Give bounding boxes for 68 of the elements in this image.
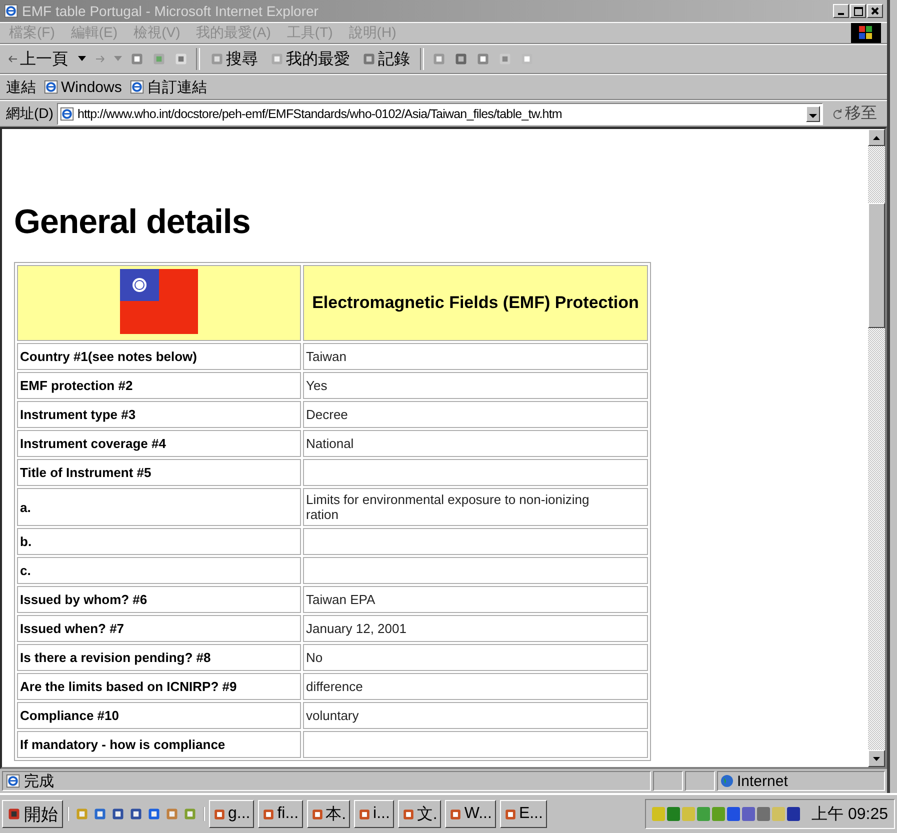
minimize-button[interactable] [833, 4, 849, 18]
table-cell: Taiwan [303, 343, 648, 370]
table-cell: If mandatory - how is compliance [17, 731, 301, 758]
scroll-thumb[interactable] [868, 203, 885, 328]
dropdown-button[interactable] [806, 106, 820, 122]
address-label: 網址(D) [6, 104, 54, 122]
task-button[interactable]: g... [209, 800, 254, 828]
task-button[interactable]: fi... [258, 800, 303, 828]
link[interactable]: Windows [44, 78, 122, 96]
start-button[interactable]: 開始 [2, 800, 63, 828]
status-text: 完成 [2, 771, 651, 791]
table-cell: Title of Instrument #5 [17, 459, 301, 486]
task-button[interactable]: W... [445, 800, 496, 828]
history-button[interactable]: 記錄 [360, 48, 412, 70]
table-cell: Instrument type #3 [17, 401, 301, 428]
caret-icon[interactable] [78, 56, 86, 62]
down-arrow-icon [873, 756, 880, 760]
table-cell: Yes [303, 372, 648, 399]
go-button[interactable]: 移至 [827, 102, 883, 125]
table-cell: Compliance #10 [17, 702, 301, 729]
table-cell: b. [17, 528, 301, 555]
status-panel [653, 771, 683, 791]
caret-icon [809, 112, 817, 118]
close-icon [871, 7, 879, 15]
links-label: 連結 [6, 78, 36, 96]
table-cell: January 12, 2001 [303, 615, 648, 642]
search-button[interactable]: 搜尋 [208, 48, 260, 70]
page-heading: General details [14, 203, 252, 242]
table-cell: No [303, 644, 648, 671]
close-button[interactable] [867, 4, 883, 18]
maximize-icon [854, 6, 862, 16]
address-field[interactable]: http://www.who.int/docstore/peh-emf/EMFStandards/who-0102/Asia/Taiwan_files/table_tw.htm [57, 102, 823, 124]
table-cell: Decree [303, 401, 648, 428]
window-title: EMF table Portugal - Microsoft Internet Explorer [22, 3, 320, 19]
zone-panel: Internet [717, 771, 885, 791]
table-cell: Taiwan EPA [303, 586, 648, 613]
back-arrow-icon [8, 54, 18, 64]
table-cell: Limits for environmental exposure to non-ionizing ration [303, 488, 648, 526]
globe-icon [721, 775, 733, 787]
table-cell: c. [17, 557, 301, 584]
task-button[interactable]: 文. [398, 800, 442, 828]
table-cell: Issued by whom? #6 [17, 586, 301, 613]
maximize-button[interactable] [850, 4, 866, 18]
link[interactable]: 自訂連結 [130, 78, 207, 96]
table-cell: Country #1(see notes below) [17, 343, 301, 370]
status-panel [685, 771, 715, 791]
favorites-button[interactable]: 我的最愛 [268, 48, 352, 70]
table-cell: Is there a revision pending? #8 [17, 644, 301, 671]
table-cell: EMF protection #2 [17, 372, 301, 399]
task-button[interactable]: E... [500, 800, 547, 828]
back-button[interactable]: 上一頁 [6, 48, 70, 70]
scroll-down-button[interactable] [868, 750, 885, 767]
table-cell: Instrument coverage #4 [17, 430, 301, 457]
clock: 上午 09:25 [812, 804, 888, 824]
table-cell: Are the limits based on ICNIRP? #9 [17, 673, 301, 700]
up-arrow-icon [873, 136, 880, 140]
windows-logo-icon [851, 23, 881, 43]
go-arrow-icon [833, 108, 843, 120]
table-cell: voluntary [303, 702, 648, 729]
table-cell: National [303, 430, 648, 457]
task-button[interactable]: i... [354, 800, 394, 828]
scroll-up-button[interactable] [868, 129, 885, 146]
table-cell: Issued when? #7 [17, 615, 301, 642]
table-cell: a. [17, 488, 301, 526]
table-cell: difference [303, 673, 648, 700]
table-header-cell: Electromagnetic Fields (EMF) Protection [303, 265, 648, 341]
task-button[interactable]: 本. [306, 800, 350, 828]
scrollbar[interactable] [868, 129, 885, 767]
